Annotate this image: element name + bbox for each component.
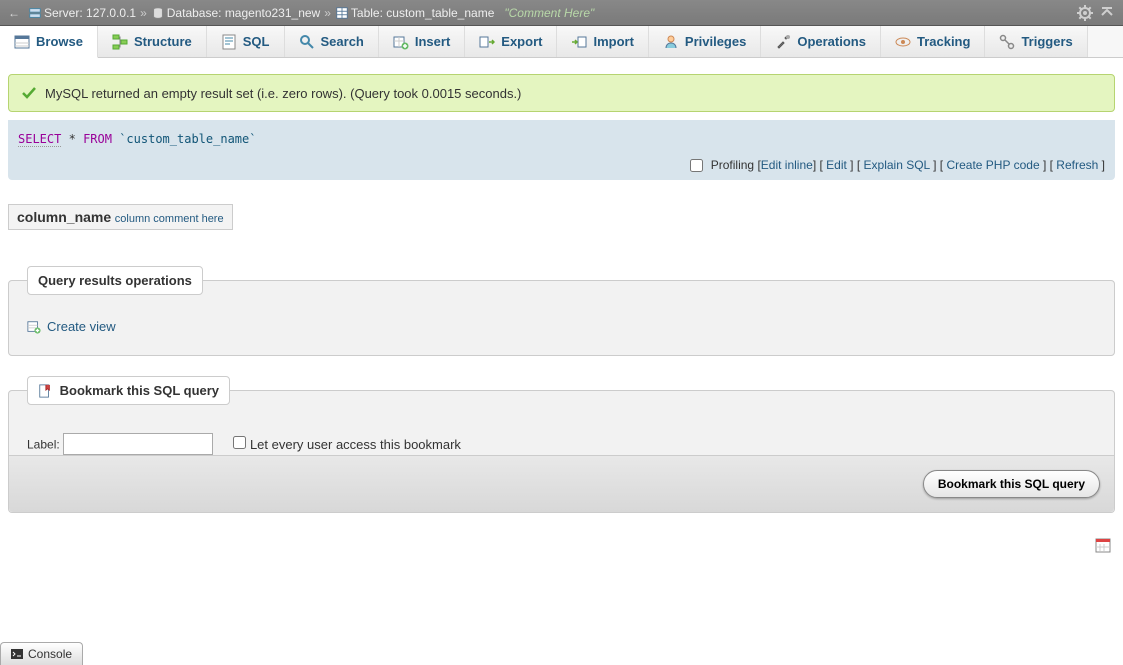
bookmark-label-text: Label: (27, 438, 60, 452)
export-icon (479, 34, 495, 50)
import-icon (571, 34, 587, 50)
breadcrumb-separator: » (324, 6, 331, 20)
gear-icon[interactable] (1077, 5, 1093, 21)
tab-browse[interactable]: Browse (0, 26, 98, 58)
structure-icon (112, 34, 128, 50)
tab-insert[interactable]: Insert (379, 26, 465, 57)
explain-sql-link[interactable]: Explain SQL (864, 158, 930, 172)
edit-inline-link[interactable]: Edit inline (761, 158, 813, 172)
tab-search[interactable]: Search (285, 26, 379, 57)
query-results-operations-legend: Query results operations (27, 266, 203, 295)
sql-table-name: `custom_table_name` (119, 132, 256, 146)
tab-operations[interactable]: Operations (761, 26, 881, 57)
sql-select-keyword[interactable]: SELECT (18, 132, 61, 147)
bookmark-fieldset: Bookmark this SQL query Label: Let every… (8, 376, 1115, 514)
bookmark-submit-button[interactable]: Bookmark this SQL query (923, 470, 1100, 498)
main-content: MySQL returned an empty result set (i.e.… (0, 58, 1123, 565)
edit-link[interactable]: Edit (826, 158, 847, 172)
tab-bar: Browse Structure SQL Search Insert Expor… (0, 26, 1123, 58)
back-arrow-icon[interactable]: ← (8, 6, 20, 20)
sql-star: * (69, 132, 76, 146)
sql-query-box: SELECT * FROM `custom_table_name` Profil… (8, 120, 1115, 180)
operations-icon (775, 34, 791, 50)
console-toggle[interactable]: Console (0, 642, 83, 665)
tracking-icon (895, 34, 911, 50)
tab-structure[interactable]: Structure (98, 26, 207, 57)
tab-sql[interactable]: SQL (207, 26, 285, 57)
console-icon (11, 649, 23, 659)
check-icon (21, 85, 37, 101)
calendar-icon[interactable] (1095, 537, 1111, 553)
column-name: column_name (17, 209, 111, 225)
refresh-link[interactable]: Refresh (1056, 158, 1098, 172)
success-message-text: MySQL returned an empty result set (i.e.… (45, 86, 521, 101)
sql-icon (221, 34, 237, 50)
tab-privileges[interactable]: Privileges (649, 26, 761, 57)
success-message-box: MySQL returned an empty result set (i.e.… (8, 74, 1115, 112)
create-php-link[interactable]: Create PHP code (946, 158, 1039, 172)
create-view-link[interactable]: Create view (27, 319, 116, 334)
sql-actions-row: Profiling [Edit inline] [ Edit ] [ Expla… (18, 150, 1105, 172)
bookmark-icon (38, 384, 52, 398)
tab-triggers[interactable]: Triggers (985, 26, 1087, 57)
breadcrumb-server[interactable]: Server: 127.0.0.1 (44, 6, 136, 20)
bookmark-legend: Bookmark this SQL query (27, 376, 230, 406)
breadcrumb-separator: » (140, 6, 147, 20)
bookmark-share-label: Let every user access this bookmark (250, 437, 461, 452)
sql-code: SELECT * FROM `custom_table_name` (18, 128, 1105, 150)
breadcrumb-table[interactable]: Table: custom_table_name (351, 6, 494, 20)
collapse-icon[interactable] (1099, 5, 1115, 21)
table-icon (335, 6, 349, 20)
database-icon (151, 6, 165, 20)
query-results-operations-fieldset: Query results operations Create view (8, 266, 1115, 356)
bookmark-actions-bar: Bookmark this SQL query (9, 455, 1114, 512)
tab-export[interactable]: Export (465, 26, 557, 57)
create-view-icon (27, 320, 41, 334)
column-header[interactable]: column_name column comment here (8, 204, 233, 230)
server-icon (28, 6, 42, 20)
browse-icon (14, 34, 30, 50)
tab-tracking[interactable]: Tracking (881, 26, 985, 57)
profiling-label: Profiling (711, 158, 754, 172)
triggers-icon (999, 34, 1015, 50)
tab-import[interactable]: Import (557, 26, 648, 57)
breadcrumb-database[interactable]: Database: magento231_new (167, 6, 320, 20)
column-comment: column comment here (115, 213, 224, 225)
bookmark-form-row: Label: Let every user access this bookma… (27, 433, 1096, 455)
insert-icon (393, 34, 409, 50)
sql-from-keyword: FROM (83, 132, 112, 146)
search-icon (299, 34, 315, 50)
breadcrumb-bar: ← Server: 127.0.0.1 » Database: magento2… (0, 0, 1123, 26)
console-label: Console (28, 647, 72, 661)
profiling-checkbox[interactable] (690, 159, 703, 172)
breadcrumb-comment: "Comment Here" (504, 6, 594, 20)
bookmark-share-checkbox[interactable] (233, 436, 246, 449)
bookmark-label-input[interactable] (63, 433, 213, 455)
privileges-icon (663, 34, 679, 50)
